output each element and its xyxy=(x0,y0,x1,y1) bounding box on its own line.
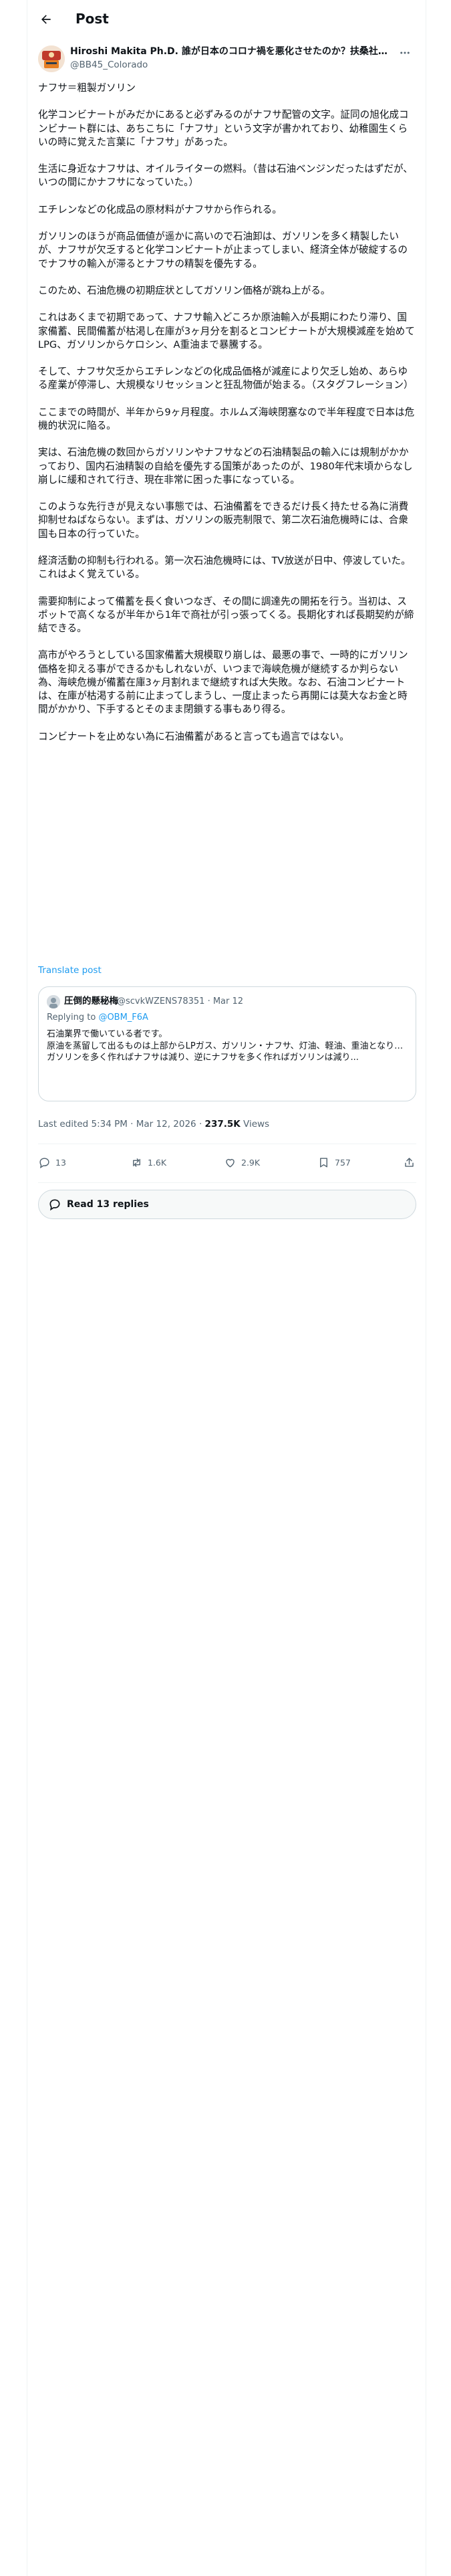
repost-icon xyxy=(133,1158,140,1167)
post-text: ナフサ＝粗製ガソリン 化学コンビナートがみだかにあると必ずみるのがナフサ配管の文… xyxy=(38,82,416,744)
author-name[interactable]: Hiroshi Makita Ph.D. 誰が日本のコロナ禍を悪化させたのか？扶… xyxy=(70,45,391,58)
reply-count: 13 xyxy=(55,1157,66,1168)
post-paragraph: 経済活動の抑制も行われる。第一次石油危機時には、TV放送が日中、停波していた。こ… xyxy=(38,554,411,580)
bookmark-icon xyxy=(320,1157,327,1168)
quote-avatar[interactable] xyxy=(47,995,60,1008)
bookmark-button[interactable]: 757 xyxy=(317,1148,351,1177)
heart-icon xyxy=(226,1158,235,1168)
header: Post xyxy=(27,0,426,39)
reply-icon xyxy=(39,1157,49,1168)
post-paragraph: 実は、石油危機の数回からガソリンやナフサなどの石油精製品の輸入には規制がかかって… xyxy=(38,447,413,486)
more-horizontal-icon xyxy=(400,51,410,54)
quote-line: ガソリンを多く作ればナフサは減り、逆にナフサを多く作ればガソリンは減り... xyxy=(47,1053,359,1063)
repost-count: 1.6K xyxy=(148,1157,167,1168)
chat-bubble-icon xyxy=(49,1199,60,1211)
author-handle[interactable]: @BB45_Colorado xyxy=(70,59,148,71)
like-count: 2.9K xyxy=(241,1157,261,1168)
post-timestamp[interactable]: Last edited 5:34 PM · Mar 12, 2026 xyxy=(38,1119,196,1130)
page-title: Post xyxy=(76,11,109,27)
quote-replying-to: Replying to @OBM_F6A xyxy=(47,1012,148,1023)
reply-button[interactable]: 13 xyxy=(38,1148,66,1177)
post-paragraph: これはあくまで初期であって、ナフサ輸入どころか原油輸入が長期にわたり滞り、国家備… xyxy=(38,312,415,350)
replying-handle-link[interactable]: @OBM_F6A xyxy=(98,1012,148,1023)
post-paragraph: ガソリンのほうが商品価値が遥かに高いので石油卸は、ガソリンを多く精製したいが、ナ… xyxy=(38,231,408,270)
post-paragraph: このような先行きが見えない事態では、石油備蓄をできるだけ長く持たせる為に消費抑制… xyxy=(38,501,409,540)
post-paragraph: 需要抑制によって備蓄を長く食いつなぎ、その間に調達先の開拓を行う。当初は、スポッ… xyxy=(38,595,414,634)
quote-author-handle: @scvkWZENS78351 · Mar 12 xyxy=(117,996,244,1006)
main-column: Post Hiroshi Makita Ph.D. 誰が日本のコロナ禍を悪化させ… xyxy=(27,0,426,2576)
views-count: 237.5K xyxy=(204,1119,241,1130)
quote-text: 石油業界で働いている者です。 原油を蒸留して出るものは上部からLPガス、ガソリン… xyxy=(47,1029,408,1064)
more-options-button[interactable] xyxy=(394,45,416,60)
quote-line: 原油を蒸留して出るものは上部からLPガス、ガソリン・ナフサ、灯油、軽油、重油とな… xyxy=(47,1041,408,1051)
meta-separator: · xyxy=(198,1119,205,1130)
divider xyxy=(38,1182,416,1183)
quoted-post[interactable]: 圧倒的懸秘梅 @scvkWZENS78351 · Mar 12 Replying… xyxy=(38,986,416,1101)
read-replies-label: Read 13 replies xyxy=(67,1199,149,1210)
like-button[interactable]: 2.9K xyxy=(224,1148,260,1177)
post-paragraph: ここまでの時間が、半年から9ヶ月程度。ホルムズ海峡閉塞なので半年程度で日本は危機… xyxy=(38,406,415,431)
post-paragraph: ナフサ＝粗製ガソリン xyxy=(38,82,136,94)
post-author: Hiroshi Makita Ph.D. 誰が日本のコロナ禍を悪化させたのか？扶… xyxy=(38,45,416,74)
avatar[interactable] xyxy=(38,45,65,72)
replying-prefix: Replying to xyxy=(47,1012,96,1023)
quote-author-name: 圧倒的懸秘梅 xyxy=(64,996,118,1006)
post-paragraph: そして、ナフサ欠乏からエチレンなどの化成品価格が減産により欠乏し始め、あらゆる産… xyxy=(38,366,414,391)
back-button[interactable] xyxy=(34,7,58,31)
post-meta: Last edited 5:34 PM · Mar 12, 2026 · 237… xyxy=(38,1117,269,1131)
bookmark-count: 757 xyxy=(335,1157,351,1168)
share-button[interactable] xyxy=(403,1148,420,1177)
views-label: Views xyxy=(243,1119,270,1130)
post-paragraph: コンビナートを止めない為に石油備蓄があると言っても過言ではない。 xyxy=(38,730,349,742)
repost-button[interactable]: 1.6K xyxy=(130,1148,166,1177)
post-paragraph: 生活に身近なナフサは、オイルライターの燃料。（昔は石油ベンジンだったはずだが、い… xyxy=(38,163,413,189)
avatar-image-icon xyxy=(47,995,60,1008)
read-replies-button[interactable]: Read 13 replies xyxy=(38,1190,416,1219)
post-paragraph: このため、石油危機の初期症状としてガソリン価格が跳ね上がる。 xyxy=(38,284,331,296)
share-icon xyxy=(405,1157,414,1167)
action-bar: 13 1.6K 2.9K 757 xyxy=(38,1148,416,1177)
quote-line: 石油業界で働いている者です。 xyxy=(47,1029,168,1039)
post-paragraph: 化学コンビナートがみだかにあると必ずみるのがナフサ配管の文字。証同の旭化成コンビ… xyxy=(38,109,409,148)
post-paragraph: エチレンなどの化成品の原材料がナフサから作られる。 xyxy=(38,203,282,215)
arrow-left-icon xyxy=(41,15,51,24)
translate-post-link[interactable]: Translate post xyxy=(38,965,102,976)
avatar-image-icon xyxy=(38,45,65,72)
post-paragraph: 高市がやろうとしている国家備蓄大規模取り崩しは、最悪の事で、一時的にガソリン価格… xyxy=(38,649,408,716)
